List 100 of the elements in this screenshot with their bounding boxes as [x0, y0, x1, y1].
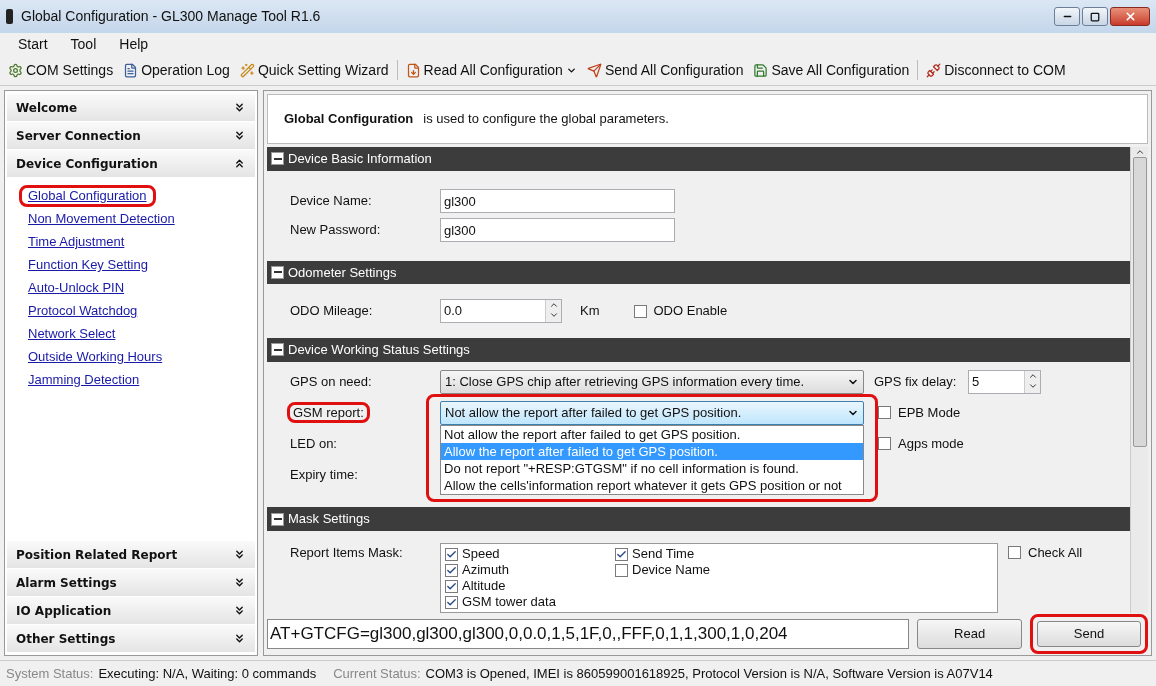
toolbar-button[interactable]: Save All Configuration — [751, 59, 912, 81]
menu-item[interactable]: Tool — [60, 33, 107, 55]
expand-icon[interactable] — [233, 101, 246, 114]
collapse-icon[interactable] — [271, 512, 284, 526]
nav-link[interactable]: Auto-Unlock PIN — [19, 277, 134, 299]
checkbox-label: GSM tower data — [462, 594, 556, 610]
nav-link[interactable]: Network Select — [19, 323, 125, 345]
menu-item[interactable]: Start — [8, 33, 58, 55]
accordion-header[interactable]: Welcome — [7, 94, 255, 121]
group-label: IO Application — [16, 602, 112, 620]
expand-icon[interactable] — [233, 632, 246, 645]
accordion-header[interactable]: Position Related Report — [7, 541, 255, 568]
field-label: Report Items Mask: — [289, 544, 404, 562]
toolbar-button[interactable]: Read All Configuration — [403, 59, 579, 81]
checkbox-label: Azimuth — [462, 562, 509, 578]
checkbox-label: Check All — [1028, 544, 1083, 562]
checkbox[interactable] — [615, 547, 628, 561]
expand-icon[interactable] — [233, 576, 246, 589]
status-value: Executing: N/A, Waiting: 0 commands — [98, 664, 317, 683]
document-download-icon — [405, 62, 421, 78]
nav-link[interactable]: Time Adjustment — [19, 231, 134, 253]
fix-delay-spinner[interactable]: 5 — [968, 369, 1041, 394]
checkbox-label: Send Time — [632, 546, 695, 562]
dropdown-option[interactable]: Not allow the report after failed to get GPS position. — [441, 425, 863, 443]
accordion-header[interactable]: Alarm Settings — [7, 569, 255, 596]
checkbox-label: ODO Enable — [653, 302, 728, 321]
status-label: System Status: — [6, 664, 94, 683]
collapse-icon[interactable] — [233, 157, 246, 170]
section-title: Mask Settings — [288, 510, 370, 529]
mileage-spinner[interactable]: 0.0 — [440, 299, 562, 324]
nav-link[interactable]: Protocol Watchdog — [19, 300, 147, 322]
field-label: Expiry time: — [289, 466, 359, 485]
checkbox[interactable] — [445, 563, 458, 577]
collapse-icon[interactable] — [271, 265, 284, 279]
group-label: Alarm Settings — [16, 574, 117, 592]
accordion-header[interactable]: Server Connection — [7, 122, 255, 149]
toolbar-button[interactable]: Disconnect to COM — [924, 59, 1068, 81]
checkbox[interactable] — [445, 547, 458, 561]
gps-select[interactable]: 1: Close GPS chip after retrieving GPS information every time. — [440, 369, 864, 394]
toolbar-button[interactable]: Quick Setting Wizard — [237, 59, 391, 81]
maximize-button[interactable] — [1082, 7, 1108, 26]
window-title: Global Configuration - GL300 Manage Tool R1.6 — [21, 7, 322, 26]
nav-link[interactable]: Non Movement Detection — [19, 208, 184, 230]
expand-icon[interactable] — [233, 604, 246, 617]
close-button[interactable] — [1110, 7, 1150, 26]
expand-icon[interactable] — [233, 129, 246, 142]
field-label: GPS fix delay: — [874, 373, 958, 392]
minimize-button[interactable] — [1054, 7, 1080, 26]
checkbox-label: Agps mode — [898, 435, 964, 454]
checkbox-label: EPB Mode — [898, 404, 961, 423]
group-label: Other Settings — [16, 630, 116, 648]
scroll-thumb[interactable] — [1132, 157, 1147, 447]
command-field[interactable]: AT+GTCFG=gl300,gl300,gl300,0,0.0,1,5,1F,0,,FFF,0,1,1,300,1,0,204 — [267, 619, 910, 649]
nav-link[interactable]: Global Configuration — [19, 185, 156, 207]
checkbox-label: Device Name — [632, 562, 711, 578]
accordion-header[interactable]: IO Application — [7, 597, 255, 624]
save-icon — [753, 62, 769, 78]
unit-label: Km — [580, 302, 600, 321]
dropdown-option[interactable]: Do not report "+RESP:GTGSM" if no cell information is found. — [441, 459, 863, 477]
close-icon — [1123, 10, 1137, 23]
checkbox[interactable] — [615, 563, 628, 577]
nav-link[interactable]: Jamming Detection — [19, 369, 149, 391]
checkbox[interactable] — [445, 579, 458, 593]
scroll-up-icon[interactable] — [1134, 147, 1145, 157]
nav-link[interactable]: Function Key Setting — [19, 254, 157, 276]
group-label: Server Connection — [16, 127, 141, 145]
status-label: Current Status: — [333, 664, 421, 683]
nav-link[interactable]: Outside Working Hours — [19, 346, 172, 368]
gear-icon — [8, 62, 23, 78]
group-label: Device Configuration — [16, 155, 158, 173]
document-icon — [123, 62, 139, 78]
checkbox-label: Altitude — [462, 578, 506, 594]
check-icon — [446, 564, 457, 576]
send-button[interactable]: Send — [1037, 621, 1141, 647]
accordion-header[interactable]: Device Configuration — [7, 150, 255, 177]
check-icon — [446, 548, 457, 560]
scrollbar[interactable] — [1130, 147, 1148, 613]
field-label: GPS on need: — [289, 373, 373, 392]
password-field[interactable]: gl300 — [440, 218, 675, 243]
accordion-header[interactable]: Other Settings — [7, 625, 255, 652]
expand-icon[interactable] — [233, 548, 246, 561]
read-button[interactable]: Read — [917, 619, 1022, 649]
collapse-icon[interactable] — [271, 152, 284, 166]
gsm-select[interactable]: Not allow the report after failed to get GPS position. — [440, 400, 864, 425]
toolbar-button[interactable]: COM Settings — [6, 59, 116, 81]
dropdown-option[interactable]: Allow the cells'information report whatever it gets GPS position or not — [441, 476, 863, 494]
checkbox[interactable] — [445, 595, 458, 609]
checkbox[interactable] — [633, 304, 647, 318]
device-name-field[interactable]: gl300 — [440, 189, 675, 214]
checkbox[interactable] — [1008, 546, 1021, 560]
toolbar-button[interactable]: Send All Configuration — [584, 59, 746, 81]
section-title: Device Working Status Settings — [288, 341, 470, 360]
menu-item[interactable]: Help — [109, 33, 159, 55]
toolbar-button[interactable]: Operation Log — [121, 59, 232, 81]
group-label: Position Related Report — [16, 546, 178, 564]
wand-icon — [239, 62, 255, 78]
field-label: LED on: — [289, 435, 338, 454]
collapse-icon[interactable] — [271, 343, 284, 357]
checkbox[interactable] — [878, 437, 891, 451]
checkbox[interactable] — [878, 406, 891, 420]
